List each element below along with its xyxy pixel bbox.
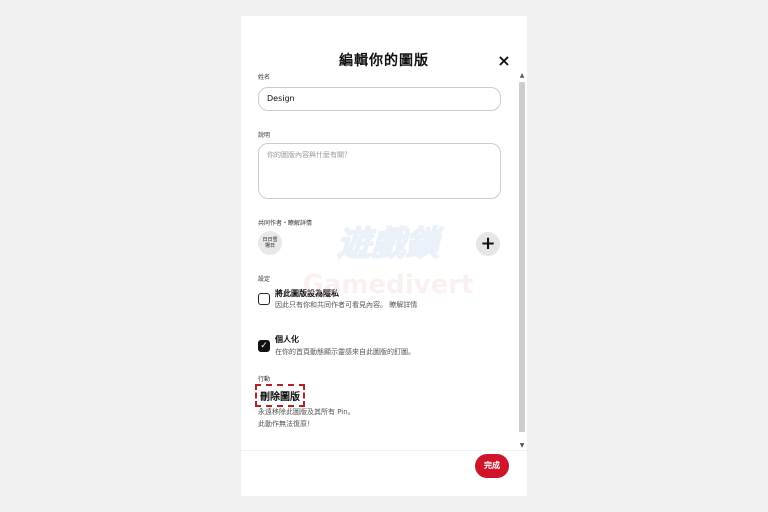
settings-label: 設定 [258,276,271,283]
name-input[interactable]: Design [258,87,501,111]
description-input[interactable]: 你的圖版內容與什麼有關？ [258,143,501,199]
avatar-text-2: 場日 [264,243,275,249]
done-button[interactable]: 完成 [475,454,509,478]
edit-board-modal: 編輯你的圖版 × 姓名 Design 說明 你的圖版內容與什麼有關？ 共同作者・… [241,16,527,496]
scrollbar[interactable]: ▲ ▼ [518,72,526,450]
personalize-title: 個人化 [275,335,299,344]
delete-subtitle-1: 永遠移除此圖版及其所有 Pin。 [258,408,355,416]
scroll-down-icon[interactable]: ▼ [518,442,526,450]
close-icon[interactable]: × [495,52,513,70]
form-scroll-area[interactable]: 姓名 Design 說明 你的圖版內容與什麼有關？ 共同作者・瞭解詳情 日日雪 … [241,72,527,450]
footer-divider [241,450,527,451]
scroll-up-icon[interactable]: ▲ [518,72,526,80]
description-label: 說明 [258,132,271,139]
scroll-thumb[interactable] [519,82,525,432]
modal-title: 編輯你的圖版 [339,53,429,69]
secret-checkbox[interactable] [258,293,270,305]
personalize-checkbox[interactable]: ✓ [258,340,270,352]
secret-title: 將此圖版設為隱私 [275,289,339,298]
personalize-subtitle: 在你的首頁動態顯示靈感來自此圖版的釘圖。 [275,348,415,356]
delete-subtitle-2: 此動作無法復原！ [258,420,314,428]
actions-label: 行動 [258,376,271,383]
name-label: 姓名 [258,74,271,81]
add-collaborator-button[interactable]: + [476,232,500,256]
delete-board-button[interactable]: 刪除圖版 [255,384,305,407]
secret-subtitle: 因此只有你和共同作者可看見內容。 瞭解詳情 [275,301,418,309]
check-icon: ✓ [260,341,268,351]
collaborators-label[interactable]: 共同作者・瞭解詳情 [258,218,312,227]
avatar[interactable]: 日日雪 場日 [258,231,282,255]
